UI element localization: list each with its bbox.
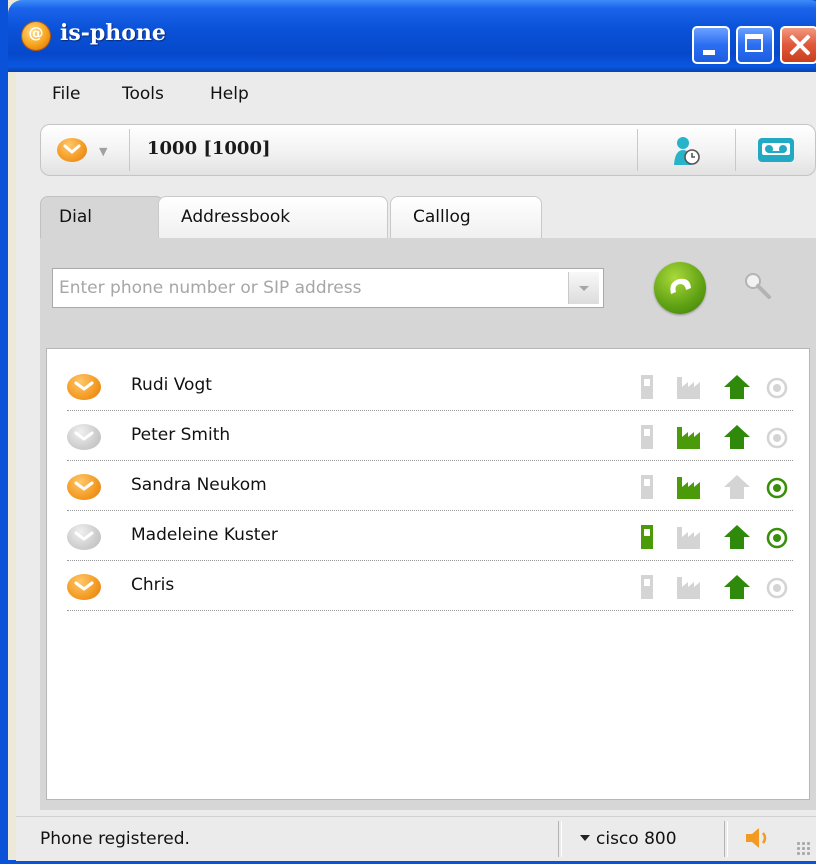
tab-dial-label: Dial bbox=[59, 207, 92, 227]
presence-status-button[interactable] bbox=[57, 138, 87, 162]
search-icon[interactable] bbox=[742, 270, 774, 302]
presence-bubble-icon bbox=[67, 374, 101, 400]
menu-help[interactable]: Help bbox=[210, 84, 249, 104]
mobile-phone-icon[interactable] bbox=[639, 573, 655, 601]
call-button[interactable] bbox=[654, 262, 706, 314]
chevron-down-icon[interactable]: ▼ bbox=[99, 145, 107, 158]
contact-name: Rudi Vogt bbox=[131, 375, 212, 395]
mobile-phone-icon[interactable] bbox=[639, 523, 655, 551]
client-area: File Tools Help ▼ 1000 [1000] Dial Addre… bbox=[16, 72, 816, 861]
contact-name: Madeleine Kuster bbox=[131, 525, 278, 545]
call-icon bbox=[670, 278, 691, 294]
contact-endpoints bbox=[639, 473, 793, 501]
dropdown-button[interactable] bbox=[568, 272, 599, 304]
target-icon[interactable] bbox=[765, 373, 789, 401]
presence-bubble-icon bbox=[67, 474, 101, 500]
account-label[interactable]: 1000 [1000] bbox=[147, 138, 271, 159]
contact-list: Rudi Vogt Peter Smith Sandra Neukom Madelei… bbox=[46, 348, 810, 800]
registration-status: Phone registered. bbox=[40, 829, 190, 849]
contact-row[interactable]: Rudi Vogt bbox=[67, 361, 793, 411]
status-divider bbox=[724, 821, 728, 857]
target-icon[interactable] bbox=[765, 423, 789, 451]
home-icon[interactable] bbox=[723, 373, 751, 401]
office-building-icon[interactable] bbox=[675, 473, 705, 501]
chat-bubble-icon bbox=[63, 144, 81, 154]
home-icon[interactable] bbox=[723, 523, 751, 551]
office-building-icon[interactable] bbox=[675, 373, 705, 401]
status-divider bbox=[558, 821, 562, 857]
tab-addressbook-label: Addressbook bbox=[181, 207, 291, 227]
toolbar-divider bbox=[129, 129, 130, 171]
dial-panel: Rudi Vogt Peter Smith Sandra Neukom Madelei… bbox=[40, 238, 816, 810]
contact-endpoints bbox=[639, 373, 793, 401]
close-button[interactable] bbox=[780, 26, 816, 64]
office-building-icon[interactable] bbox=[675, 523, 705, 551]
chevron-down-icon[interactable] bbox=[580, 835, 590, 841]
presence-bubble-icon bbox=[67, 424, 101, 450]
maximize-button[interactable] bbox=[736, 26, 774, 64]
contact-endpoints bbox=[639, 523, 793, 551]
target-icon[interactable] bbox=[765, 523, 789, 551]
minimize-button[interactable] bbox=[692, 26, 730, 64]
menu-tools[interactable]: Tools bbox=[122, 84, 164, 104]
contact-endpoints bbox=[639, 423, 793, 451]
status-bar: Phone registered. cisco 800 bbox=[16, 816, 816, 861]
toolbar-divider bbox=[637, 129, 638, 171]
audio-device-selector[interactable]: cisco 800 bbox=[596, 829, 677, 849]
contact-row[interactable]: Peter Smith bbox=[67, 411, 793, 461]
mobile-phone-icon[interactable] bbox=[639, 423, 655, 451]
office-building-icon[interactable] bbox=[675, 573, 705, 601]
app-window: is-phone File Tools Help ▼ 1000 [1000] bbox=[0, 0, 816, 864]
home-icon[interactable] bbox=[723, 423, 751, 451]
tab-calllog-label: Calllog bbox=[413, 207, 471, 227]
window-title: is-phone bbox=[60, 20, 166, 46]
tab-addressbook[interactable]: Addressbook bbox=[158, 196, 388, 238]
presence-bubble-icon bbox=[67, 524, 101, 550]
home-icon[interactable] bbox=[723, 473, 751, 501]
contact-name: Peter Smith bbox=[131, 425, 231, 445]
tab-dial[interactable]: Dial bbox=[40, 196, 164, 240]
toolbar-divider bbox=[735, 129, 736, 171]
resize-grip[interactable] bbox=[796, 841, 810, 855]
title-bar[interactable]: is-phone bbox=[8, 0, 816, 72]
contact-row[interactable]: Madeleine Kuster bbox=[67, 511, 793, 561]
contact-endpoints bbox=[639, 573, 793, 601]
contact-row[interactable]: Chris bbox=[67, 561, 793, 611]
menu-file[interactable]: File bbox=[52, 84, 80, 104]
contact-name: Chris bbox=[131, 575, 175, 595]
contact-name: Sandra Neukom bbox=[131, 475, 267, 495]
mobile-phone-icon[interactable] bbox=[639, 373, 655, 401]
presence-bubble-icon bbox=[67, 574, 101, 600]
home-icon[interactable] bbox=[723, 573, 751, 601]
voicemail-icon[interactable] bbox=[757, 136, 795, 164]
office-building-icon[interactable] bbox=[675, 423, 705, 451]
phone-number-input[interactable] bbox=[52, 268, 604, 308]
mobile-phone-icon[interactable] bbox=[639, 473, 655, 501]
contact-row[interactable]: Sandra Neukom bbox=[67, 461, 793, 511]
target-icon[interactable] bbox=[765, 573, 789, 601]
target-icon[interactable] bbox=[765, 473, 789, 501]
account-toolbar: ▼ 1000 [1000] bbox=[40, 124, 816, 176]
menu-bar: File Tools Help bbox=[16, 72, 816, 118]
tab-calllog[interactable]: Calllog bbox=[390, 196, 542, 238]
app-logo-icon bbox=[22, 22, 50, 50]
speaker-icon[interactable] bbox=[744, 825, 774, 851]
contact-history-icon[interactable] bbox=[671, 136, 701, 166]
